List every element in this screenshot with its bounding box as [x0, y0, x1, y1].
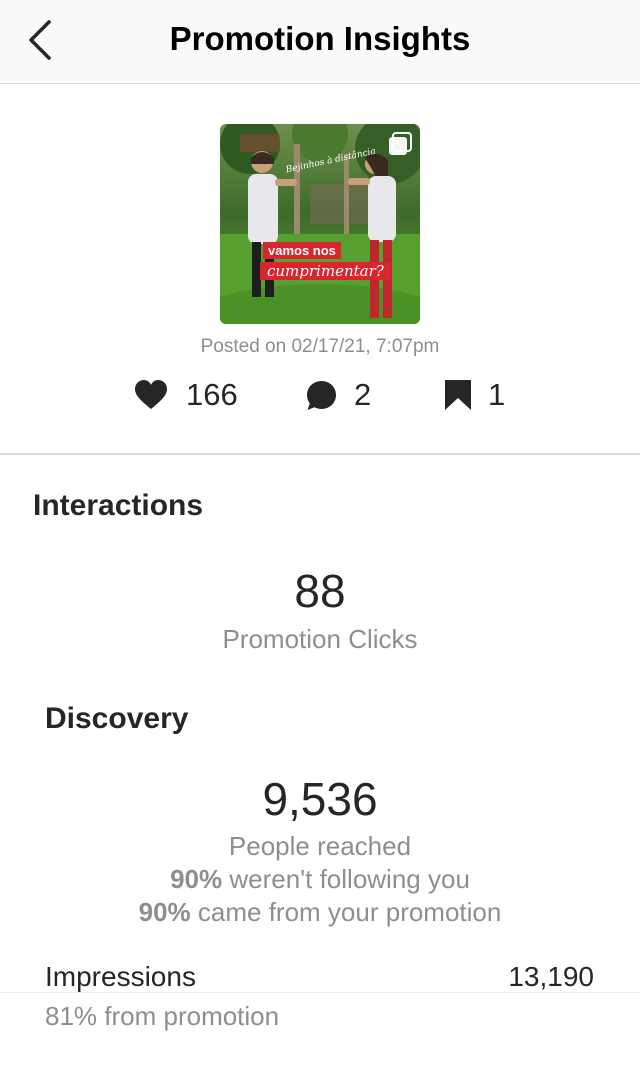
not-following-percent: 90% — [170, 864, 223, 894]
post-thumbnail[interactable]: Bejinhos à distância vamos nos cumprimen… — [220, 124, 420, 324]
discovery-heading: Discovery — [45, 702, 189, 735]
comments-stat: 2 — [305, 373, 371, 417]
section-divider — [0, 453, 640, 455]
top-bar: Promotion Insights — [0, 0, 640, 84]
impressions-label: Impressions — [45, 961, 196, 992]
bookmark-icon — [445, 380, 471, 410]
posted-on-date: Posted on 02/17/21, 7:07pm — [200, 336, 440, 357]
from-promotion-stat: 90% came from your promotion — [0, 897, 640, 928]
heart-icon — [135, 380, 167, 409]
comment-icon — [307, 380, 336, 410]
saves-stat: 1 — [444, 373, 505, 417]
people-reached-value: 9,536 — [262, 773, 378, 825]
page-title: Promotion Insights — [169, 20, 471, 57]
saves-count: 1 — [488, 377, 506, 412]
promotion-clicks-value: 88 — [294, 565, 346, 617]
comments-count: 2 — [354, 377, 372, 412]
people-reached-label: People reached — [228, 831, 412, 861]
row-divider — [0, 992, 640, 993]
multiple-posts-icon — [389, 132, 412, 155]
likes-stat: 166 — [134, 373, 238, 417]
impressions-value: 13,190 — [508, 961, 594, 992]
from-promotion-percent: 90% — [138, 897, 191, 927]
promotion-clicks-label: Promotion Clicks — [222, 624, 418, 654]
impressions-from-promotion: 81% from promotion — [45, 1001, 280, 1031]
not-following-stat: 90% weren't following you — [0, 864, 640, 895]
from-promotion-text: came from your promotion — [197, 897, 502, 927]
interactions-heading: Interactions — [33, 489, 204, 522]
likes-count: 166 — [186, 377, 238, 412]
post-caption-line2: cumprimentar? — [260, 262, 391, 280]
not-following-text: weren't following you — [229, 864, 470, 894]
post-caption-line1: vamos nos — [263, 242, 341, 259]
